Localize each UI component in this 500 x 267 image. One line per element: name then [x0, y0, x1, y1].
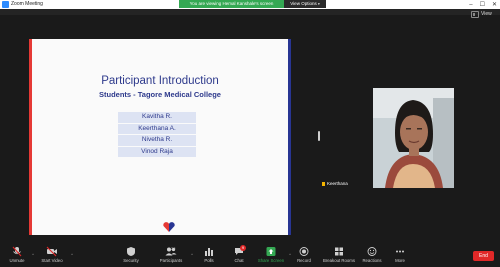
start-video-label: Start Video [41, 258, 63, 263]
muted-microphone-icon [12, 246, 22, 257]
end-meeting-button[interactable]: End [473, 251, 494, 261]
view-options-label: View Options [290, 1, 317, 6]
start-video-button[interactable]: Start Video ^ [37, 246, 73, 263]
names-table: Kavitha R. Keerthana A. Nivetha R. Vinod… [118, 112, 196, 158]
more-label: More [395, 258, 405, 263]
chevron-up-icon[interactable]: ^ [71, 252, 73, 257]
reactions-label: Reactions [362, 258, 382, 263]
polls-button[interactable]: Polls [201, 246, 217, 263]
window-title: Zoom Meeting [11, 1, 43, 7]
participant-video[interactable] [373, 88, 454, 188]
name-row: Kavitha R. [118, 112, 196, 123]
more-button[interactable]: More [392, 246, 408, 263]
participants-count: 22 [171, 246, 176, 251]
participant-name: Keerthana [327, 181, 348, 186]
minimize-icon[interactable]: – [469, 2, 472, 8]
unmute-button[interactable]: Unmute ^ [6, 246, 34, 263]
shield-icon [127, 247, 135, 256]
slide-subtitle: Students - Tagore Medical College [99, 90, 221, 99]
smiley-icon [367, 247, 377, 256]
bar-chart-icon [205, 248, 213, 256]
video-off-icon [46, 246, 57, 257]
audio-level-icon [322, 181, 325, 186]
more-dots-icon [396, 250, 404, 253]
participant-name-tag: Keerthana [322, 181, 348, 187]
share-screen-icon [266, 247, 276, 256]
heart-logo-icon [163, 222, 175, 232]
name-row: Keerthana A. [118, 123, 196, 134]
shared-screen-slide: Participant Introduction Students - Tago… [29, 39, 291, 235]
breakout-rooms-label: Breakout Rooms [322, 258, 355, 263]
record-button[interactable]: Record [295, 246, 313, 263]
maximize-icon[interactable]: ☐ [480, 1, 485, 8]
meeting-toolbar: Unmute ^ Start Video ^ Security 22 Parti… [0, 244, 500, 267]
window-controls: – ☐ ✕ [469, 0, 497, 9]
unmute-label: Unmute [9, 258, 25, 263]
close-icon[interactable]: ✕ [492, 1, 497, 8]
security-label: Security [123, 258, 139, 263]
polls-label: Polls [204, 258, 214, 263]
screen-share-banner: You are viewing Hemal Kanshale's screen [179, 0, 284, 8]
participants-label: Participants [159, 258, 183, 263]
chat-label: Chat [234, 258, 244, 263]
chevron-down-icon: ▾ [317, 2, 320, 6]
name-row: Nivetha R. [118, 135, 196, 146]
view-toggle-label[interactable]: View [481, 10, 492, 19]
chat-button[interactable]: 9 Chat [231, 245, 247, 263]
breakout-rooms-button[interactable]: Breakout Rooms [322, 246, 356, 263]
chat-unread-badge: 9 [240, 245, 246, 251]
grid-view-icon[interactable] [471, 11, 479, 18]
chevron-up-icon[interactable]: ^ [191, 252, 193, 257]
record-label: Record [297, 258, 311, 263]
participant-video-image [373, 88, 454, 188]
view-options-button[interactable]: View Options ▾ [284, 0, 326, 8]
name-row: Vinod Raja [118, 146, 196, 157]
top-bar [0, 9, 500, 15]
security-button[interactable]: Security [119, 246, 143, 263]
share-screen-button[interactable]: Share Screen ^ [257, 246, 291, 263]
reactions-button[interactable]: Reactions [361, 246, 383, 263]
breakout-rooms-icon [335, 247, 343, 256]
zoom-app-icon [2, 1, 9, 8]
share-screen-label: Share Screen [257, 258, 285, 263]
panel-resize-handle[interactable] [318, 131, 320, 141]
chevron-up-icon[interactable]: ^ [289, 252, 291, 257]
slide-title: Participant Introduction [101, 75, 219, 87]
participants-button[interactable]: 22 Participants ^ [155, 246, 193, 263]
chevron-up-icon[interactable]: ^ [32, 252, 34, 257]
record-icon [299, 247, 309, 256]
